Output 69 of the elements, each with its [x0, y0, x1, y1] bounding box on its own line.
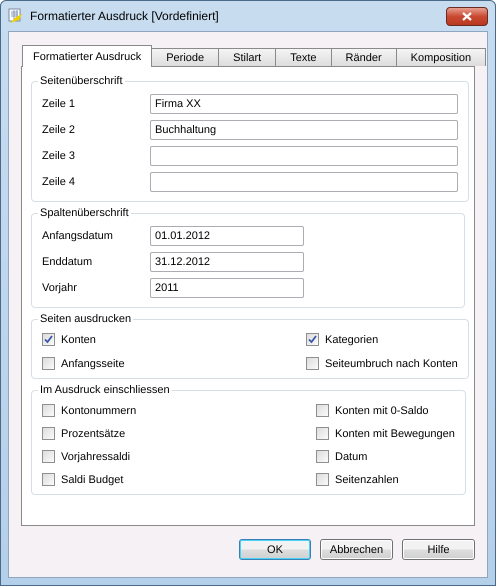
input-field[interactable]: [150, 172, 458, 192]
field-label: Zeile 2: [42, 124, 76, 136]
field-label: Vorjahr: [42, 282, 78, 294]
checkbox-box[interactable]: [42, 357, 55, 370]
checkbox[interactable]: Saldi Budget: [42, 473, 316, 486]
checkbox[interactable]: Konten mit Bewegungen: [316, 427, 455, 440]
checkbox-label: Vorjahressaldi: [61, 450, 130, 462]
group-title: Seiten ausdrucken: [39, 313, 132, 325]
tab[interactable]: Komposition: [396, 48, 486, 66]
checkbox[interactable]: Konten mit 0-Saldo: [316, 404, 455, 417]
checkbox[interactable]: Datum: [316, 450, 455, 463]
checkmark-icon: [44, 335, 53, 344]
checkbox[interactable]: Kontonummern: [42, 404, 316, 417]
checkbox[interactable]: Prozentsätze: [42, 427, 316, 440]
group-title: Spaltenüberschrift: [39, 207, 130, 219]
checkbox-label: Seiteumbruch nach Konten: [325, 358, 458, 370]
field-label: Zeile 3: [42, 150, 76, 162]
field-label: Zeile 4: [42, 176, 76, 188]
dialog-button[interactable]: OK: [239, 539, 311, 560]
tab[interactable]: Ränder: [330, 48, 397, 66]
checkmark-icon: [308, 335, 317, 344]
checkbox[interactable]: Vorjahressaldi: [42, 450, 316, 463]
checkbox-label: Kontonummern: [61, 404, 136, 416]
input-field[interactable]: [150, 146, 458, 166]
checkbox-label: Anfangsseite: [61, 358, 125, 370]
checkbox-box[interactable]: [42, 427, 55, 440]
checkbox[interactable]: Kategorien: [306, 333, 458, 346]
field-label: Anfangsdatum: [42, 230, 114, 242]
window-title: Formatierter Ausdruck [Vordefiniert]: [30, 9, 220, 23]
checkbox-label: Prozentsätze: [61, 428, 126, 440]
checkbox-box[interactable]: [316, 473, 329, 486]
close-icon: [462, 12, 472, 20]
checkbox-box[interactable]: [42, 404, 55, 417]
input-field[interactable]: 2011: [150, 278, 304, 298]
app-icon: [8, 8, 24, 24]
checkbox-label: Konten: [61, 334, 96, 346]
tab[interactable]: Formatierter Ausdruck: [22, 45, 152, 67]
checkbox[interactable]: Konten: [42, 333, 306, 346]
checkbox-box[interactable]: [42, 473, 55, 486]
input-field[interactable]: Firma XX: [150, 94, 458, 114]
checkbox-label: Datum: [335, 450, 368, 462]
checkbox-box[interactable]: [42, 450, 55, 463]
checkbox-box[interactable]: [316, 427, 329, 440]
group-title: Seitenüberschrift: [39, 75, 124, 87]
checkbox-label: Seitenzahlen: [335, 474, 399, 486]
field-label: Enddatum: [42, 256, 94, 268]
field-label: Zeile 1: [42, 98, 76, 110]
dialog-button[interactable]: Abbrechen: [320, 539, 393, 560]
checkbox-label: Konten mit 0-Saldo: [335, 404, 429, 416]
tab[interactable]: Texte: [275, 48, 332, 66]
checkbox[interactable]: Anfangsseite: [42, 357, 306, 370]
checkbox-label: Kategorien: [325, 334, 378, 346]
checkbox[interactable]: Seiteumbruch nach Konten: [306, 357, 458, 370]
checkbox-box[interactable]: [316, 450, 329, 463]
checkbox-box[interactable]: [306, 357, 319, 370]
checkbox-label: Saldi Budget: [61, 474, 124, 486]
close-button[interactable]: [446, 6, 488, 26]
checkbox-box[interactable]: [42, 333, 55, 346]
tab[interactable]: Stilart: [218, 48, 276, 66]
tab[interactable]: Periode: [151, 48, 220, 66]
input-field[interactable]: Buchhaltung: [150, 120, 458, 140]
input-field[interactable]: 31.12.2012: [150, 252, 304, 272]
checkbox[interactable]: Seitenzahlen: [316, 473, 455, 486]
checkbox-box[interactable]: [306, 333, 319, 346]
checkbox-box[interactable]: [316, 404, 329, 417]
dialog-button[interactable]: Hilfe: [402, 539, 475, 560]
checkbox-label: Konten mit Bewegungen: [335, 428, 455, 440]
group-title: Im Ausdruck einschliessen: [39, 384, 171, 396]
input-field[interactable]: 01.01.2012: [150, 226, 304, 246]
